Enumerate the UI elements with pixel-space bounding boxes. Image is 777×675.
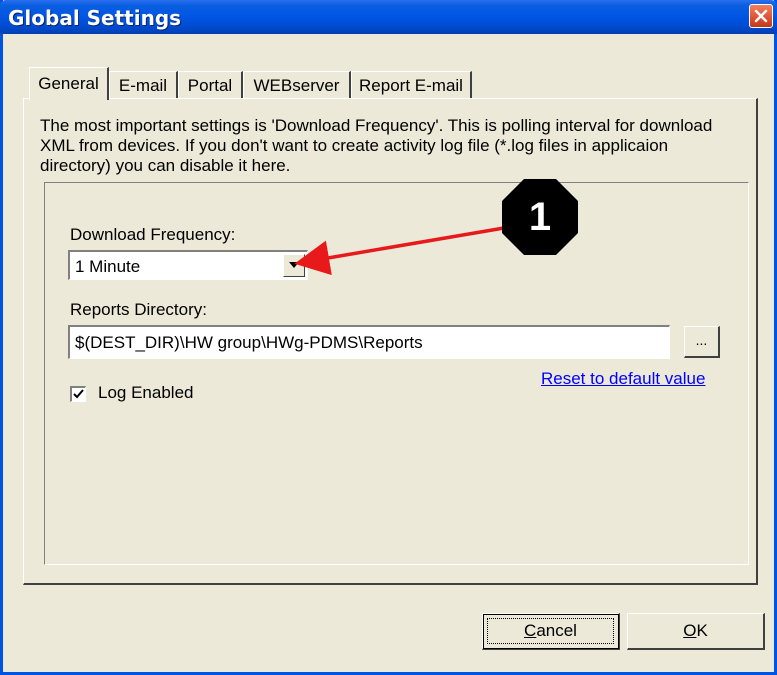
tab-label: Report E-mail — [359, 76, 463, 95]
tab-label: WEBserver — [253, 76, 340, 95]
ok-accelerator: O — [683, 621, 697, 640]
tab-webserver[interactable]: WEBserver — [243, 71, 351, 99]
focus-ring — [487, 618, 614, 644]
cancel-button[interactable]: Cancel — [482, 613, 620, 650]
close-icon — [754, 9, 768, 23]
tab-general[interactable]: General — [29, 67, 109, 100]
tab-label: Portal — [187, 76, 233, 95]
title-bar[interactable]: Global Settings — [0, 0, 777, 34]
ok-button[interactable]: OK — [627, 613, 765, 650]
tab-label: E-mail — [118, 76, 168, 95]
ok-label: K — [696, 621, 708, 640]
window-title: Global Settings — [8, 6, 182, 30]
tab-label: General — [38, 74, 99, 93]
tab-portal[interactable]: Portal — [178, 71, 243, 99]
tab-email[interactable]: E-mail — [109, 71, 178, 99]
close-button[interactable] — [749, 4, 773, 28]
tab-panel-general — [23, 98, 758, 585]
tab-report-email[interactable]: Report E-mail — [351, 71, 472, 99]
